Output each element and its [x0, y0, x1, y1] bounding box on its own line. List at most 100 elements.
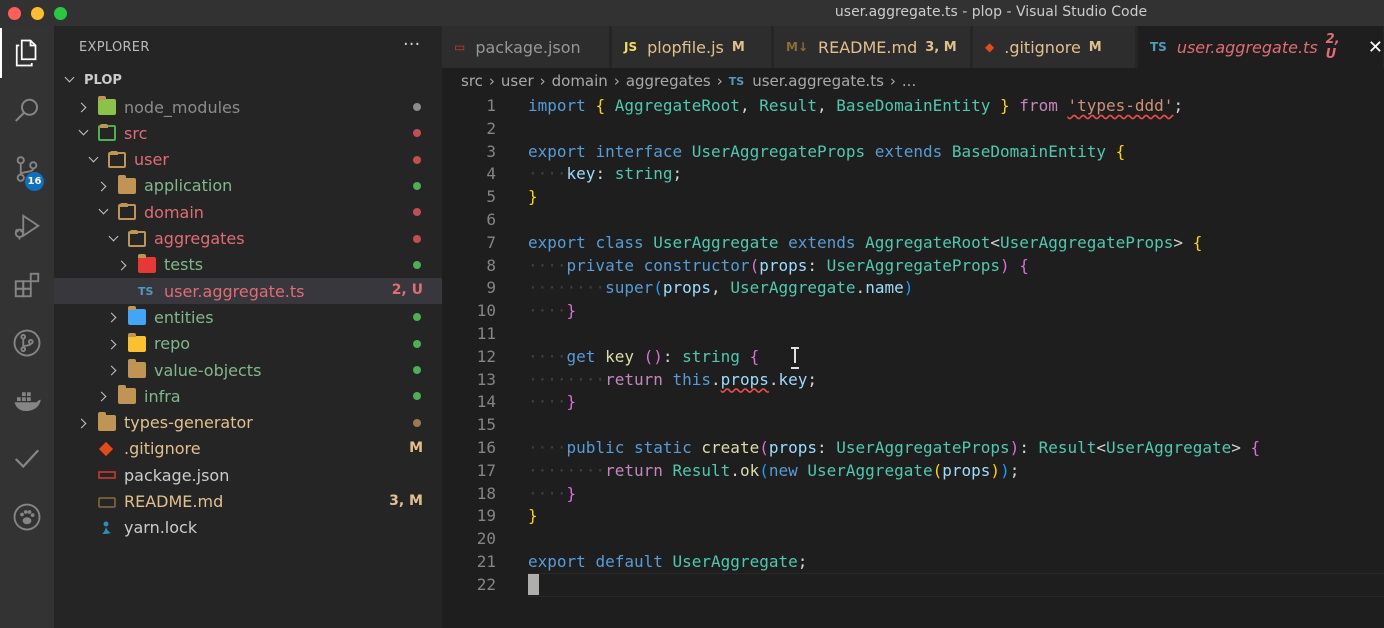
- breadcrumb-item[interactable]: user: [501, 72, 534, 90]
- folder-icon: [128, 332, 146, 352]
- code-token: props: [720, 369, 769, 389]
- git-status-badge: 2, U: [391, 282, 423, 299]
- code-text: ····key: string;: [528, 164, 682, 183]
- code-token: (: [749, 255, 760, 275]
- line-number: 18: [476, 483, 496, 503]
- code-token: .: [855, 278, 866, 298]
- code-token: .: [730, 460, 740, 480]
- more-actions-button[interactable]: ···: [403, 34, 420, 55]
- code-token: ): [1009, 438, 1020, 457]
- tree-item[interactable]: repo: [54, 331, 442, 357]
- tree-item[interactable]: value-objects: [54, 357, 442, 383]
- code-line: 19}: [442, 504, 1384, 527]
- workspace-root-label: PLOP: [84, 72, 122, 88]
- code-token: name: [865, 278, 904, 298]
- tree-item[interactable]: infra: [54, 383, 442, 409]
- code-token: ;: [797, 552, 808, 571]
- code-token: import: [528, 96, 596, 115]
- close-icon[interactable]: ✕: [1368, 37, 1383, 58]
- code-token: ;: [672, 164, 683, 184]
- tree-item[interactable]: tests: [54, 252, 442, 278]
- line-number: 12: [476, 346, 496, 366]
- run-debug-icon[interactable]: [0, 202, 54, 252]
- breadcrumb-item[interactable]: aggregates: [626, 72, 711, 90]
- tree-item-label: tests: [164, 255, 204, 275]
- git-graph-icon[interactable]: [0, 318, 54, 368]
- tab-package-json[interactable]: ▭ package.json: [442, 26, 610, 68]
- code-token: (: [932, 460, 943, 480]
- window-maximize-button[interactable]: [54, 7, 67, 20]
- code-token: .: [711, 369, 721, 389]
- folder-icon: [118, 174, 136, 194]
- tree-item[interactable]: domain: [54, 199, 442, 225]
- tab-plopfile-js[interactable]: JS plopfile.js M: [612, 26, 772, 68]
- breadcrumb-item[interactable]: user.aggregate.ts: [752, 72, 884, 90]
- tree-item[interactable]: TS user.aggregate.ts 2, U: [54, 278, 442, 305]
- docker-icon[interactable]: [0, 376, 54, 426]
- typescript-file-icon: TS: [138, 284, 154, 298]
- code-editor[interactable]: 1 import { AggregateRoot, Result, BaseDom…: [442, 94, 1384, 628]
- tree-item[interactable]: entities: [54, 304, 442, 330]
- todo-check-icon[interactable]: [0, 434, 54, 484]
- search-icon[interactable]: [0, 86, 54, 136]
- code-token: this: [672, 369, 712, 389]
- code-token: key: [778, 369, 808, 389]
- git-status-dot: [413, 234, 421, 243]
- tree-item[interactable]: package.json: [54, 462, 442, 488]
- line-number: 7: [486, 232, 496, 252]
- folder-icon: [108, 150, 126, 168]
- chevron-down-icon: [78, 127, 90, 139]
- tree-item[interactable]: src: [54, 120, 442, 146]
- breadcrumb-item[interactable]: ...: [902, 72, 916, 90]
- folder-icon: [128, 306, 146, 326]
- git-status-dot: [413, 339, 421, 348]
- code-line: 13 ········return this.props.key;: [442, 368, 1384, 391]
- text-cursor: [528, 573, 539, 595]
- code-token: UserAggregate: [672, 552, 798, 571]
- extensions-icon[interactable]: [0, 260, 54, 310]
- code-token: }: [528, 187, 538, 207]
- code-token: Result: [1038, 438, 1097, 457]
- tree-item-label: src: [124, 123, 148, 143]
- tab-gitignore[interactable]: ◆ .gitignore M: [973, 26, 1136, 68]
- code-token: UserAggregateProps: [826, 255, 1001, 275]
- folder-icon: [98, 411, 116, 431]
- code-token: default: [595, 552, 673, 571]
- workspace-root[interactable]: PLOP: [54, 68, 442, 92]
- tree-item-label: application: [144, 176, 233, 196]
- window-close-button[interactable]: [8, 7, 21, 20]
- tree-item-label: value-objects: [154, 360, 262, 380]
- window-minimize-button[interactable]: [31, 7, 44, 20]
- line-number: 3: [486, 141, 496, 161]
- tree-item[interactable]: README.md 3, M: [54, 489, 442, 515]
- code-token: ): [903, 278, 914, 298]
- tab-readme-md[interactable]: M↓ README.md 3, M: [774, 26, 971, 68]
- tree-item[interactable]: user: [54, 147, 442, 173]
- tab-label: user.aggregate.ts: [1176, 37, 1318, 57]
- breadcrumb-item[interactable]: domain: [552, 72, 608, 90]
- line-number: 21: [476, 552, 496, 571]
- code-token: AggregateRoot: [614, 96, 740, 115]
- tree-item[interactable]: node_modules: [54, 94, 442, 120]
- paw-icon[interactable]: [0, 492, 54, 542]
- tree-item[interactable]: aggregates: [54, 226, 442, 252]
- tree-item[interactable]: application: [54, 173, 442, 199]
- tree-item[interactable]: types-generator: [54, 410, 442, 436]
- line-number: 13: [476, 369, 496, 389]
- tree-item[interactable]: yarn.lock: [54, 515, 442, 541]
- code-line: 18 ····}: [442, 482, 1384, 505]
- chevron-right-icon: ›: [539, 72, 546, 90]
- npm-file-icon: [98, 467, 116, 483]
- breadcrumb-item[interactable]: src: [461, 72, 483, 90]
- explorer-icon[interactable]: [0, 28, 54, 78]
- git-status-dot: [413, 418, 421, 427]
- code-token: export: [528, 141, 596, 161]
- code-line: 6: [442, 208, 1384, 231]
- code-token: ;: [1009, 460, 1020, 480]
- tree-item[interactable]: .gitignore M: [54, 436, 442, 462]
- code-token: props: [759, 255, 808, 275]
- tab-status: 2, U: [1325, 32, 1340, 62]
- tab-user-aggregate-ts[interactable]: TS user.aggregate.ts 2, U ✕: [1138, 26, 1384, 68]
- code-token: Result: [759, 96, 817, 115]
- chevron-right-icon: ›: [716, 72, 723, 90]
